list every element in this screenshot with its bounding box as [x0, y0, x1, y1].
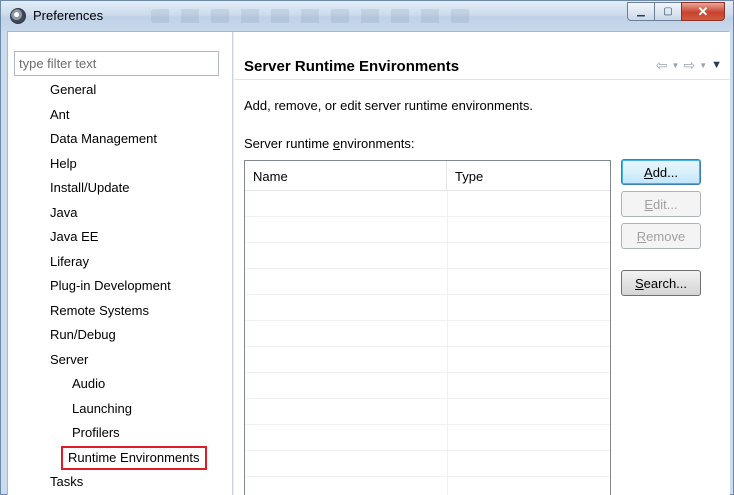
window-controls: ▁ ▢ ✕	[627, 2, 725, 22]
back-dropdown-icon[interactable]: ▼	[672, 61, 680, 74]
environments-list-label: Server runtime environments:	[244, 136, 415, 151]
page-navigation: ⇦ ▼ ⇨ ▼ ▼	[656, 57, 722, 74]
filter-input[interactable]	[14, 51, 219, 76]
tree-item[interactable]: Server	[50, 352, 88, 368]
tree-item[interactable]: Ant	[50, 107, 70, 123]
table-row[interactable]	[245, 477, 610, 495]
table-row[interactable]	[245, 295, 610, 321]
table-header: Name Type	[245, 161, 610, 191]
table-row[interactable]	[245, 347, 610, 373]
close-icon[interactable]: ✕	[681, 2, 725, 21]
forward-dropdown-icon[interactable]: ▼	[699, 61, 707, 74]
table-body	[245, 191, 610, 495]
blurred-toolbar-background	[151, 9, 471, 23]
minimize-icon[interactable]: ▁	[627, 2, 654, 21]
table-row[interactable]	[245, 217, 610, 243]
tree-item[interactable]: Install/Update	[50, 180, 130, 196]
back-arrow-icon[interactable]: ⇦	[656, 57, 668, 74]
table-row[interactable]	[245, 399, 610, 425]
tree-item[interactable]: Plug-in Development	[50, 278, 171, 294]
page-title: Server Runtime Environments	[244, 58, 460, 75]
runtime-environments-table[interactable]: Name Type	[244, 160, 611, 495]
remove-label: emove	[646, 228, 686, 244]
add-button[interactable]: Add...	[621, 159, 701, 185]
table-row[interactable]	[245, 425, 610, 451]
preference-tree-pane: General Ant Data Management Help Install/Upd…	[8, 32, 232, 495]
tree-item[interactable]: Profilers	[72, 425, 120, 441]
table-row[interactable]	[245, 373, 610, 399]
tree-item[interactable]: Java EE	[50, 229, 98, 245]
page-description: Add, remove, or edit server runtime envi…	[244, 98, 534, 113]
tree-item[interactable]: Runtime Environments	[61, 446, 207, 470]
tree-item[interactable]: Help	[50, 156, 77, 172]
dialog-content: General Ant Data Management Help Install/Upd…	[7, 31, 730, 495]
list-label-pre: Server runtime	[244, 136, 333, 151]
edit-button[interactable]: Edit...	[621, 191, 701, 217]
table-row[interactable]	[245, 243, 610, 269]
tree-item[interactable]: Liferay	[50, 254, 89, 270]
title-bar[interactable]: Preferences ▁ ▢ ✕	[1, 1, 733, 31]
remove-mnemonic: R	[636, 228, 647, 244]
tree-item[interactable]: Tasks	[50, 474, 83, 490]
search-mnemonic: S	[634, 275, 644, 291]
tree-item[interactable]: General	[50, 82, 96, 98]
forward-arrow-icon[interactable]: ⇨	[683, 57, 695, 74]
edit-label: dit...	[653, 196, 678, 212]
tree-item[interactable]: Data Management	[50, 131, 157, 147]
page-header: Server Runtime Environments ⇦ ▼ ⇨ ▼ ▼	[234, 32, 730, 80]
tree-item[interactable]: Audio	[72, 376, 105, 392]
tree-item[interactable]: Java	[50, 205, 77, 221]
search-label: earch...	[643, 275, 688, 291]
tree-item[interactable]: Run/Debug	[50, 327, 116, 343]
add-mnemonic: A	[644, 164, 653, 180]
column-header-name[interactable]: Name	[245, 161, 447, 190]
preference-page: Server Runtime Environments ⇦ ▼ ⇨ ▼ ▼ Ad…	[234, 32, 730, 495]
eclipse-gear-icon	[10, 8, 26, 24]
table-row[interactable]	[245, 451, 610, 477]
table-row[interactable]	[245, 269, 610, 295]
table-row[interactable]	[245, 191, 610, 217]
view-menu-icon[interactable]: ▼	[711, 59, 722, 74]
tree-item[interactable]: Launching	[72, 401, 132, 417]
add-label: dd...	[652, 164, 678, 180]
list-label-post: nvironments:	[340, 136, 415, 151]
preferences-window: Preferences ▁ ▢ ✕ General Ant Data Managem…	[0, 0, 734, 495]
edit-mnemonic: E	[644, 196, 654, 212]
table-row[interactable]	[245, 321, 610, 347]
column-header-type[interactable]: Type	[447, 161, 610, 190]
tree-item[interactable]: Remote Systems	[50, 303, 149, 319]
search-button[interactable]: Search...	[621, 270, 701, 296]
maximize-icon[interactable]: ▢	[654, 2, 681, 21]
remove-button[interactable]: Remove	[621, 223, 701, 249]
window-title: Preferences	[33, 8, 104, 23]
